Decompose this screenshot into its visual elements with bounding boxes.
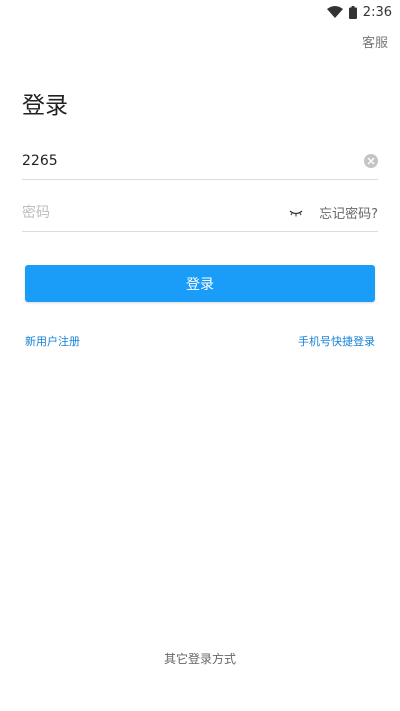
password-input[interactable] bbox=[22, 194, 290, 231]
login-button[interactable]: 登录 bbox=[25, 265, 375, 302]
forgot-password-link[interactable]: 忘记密码? bbox=[319, 203, 378, 222]
register-link[interactable]: 新用户注册 bbox=[25, 333, 80, 349]
login-screen: 2:36 客服 登录 忘记密码? 登录 新用户注册 手机号快捷登录 其它登录方式 bbox=[0, 0, 400, 711]
battery-icon bbox=[348, 5, 357, 19]
account-field-row bbox=[22, 142, 378, 180]
wifi-icon bbox=[326, 6, 343, 18]
password-field-row: 忘记密码? bbox=[22, 194, 378, 232]
status-bar: 2:36 bbox=[0, 0, 400, 24]
page-title: 登录 bbox=[22, 93, 68, 119]
clear-icon[interactable] bbox=[364, 153, 378, 168]
account-input[interactable] bbox=[22, 142, 364, 179]
customer-service-link[interactable]: 客服 bbox=[362, 32, 388, 51]
secondary-links: 新用户注册 手机号快捷登录 bbox=[25, 333, 375, 349]
other-login-methods-link[interactable]: 其它登录方式 bbox=[0, 650, 400, 667]
status-time: 2:36 bbox=[362, 4, 392, 20]
phone-login-link[interactable]: 手机号快捷登录 bbox=[298, 333, 375, 349]
eye-closed-icon[interactable] bbox=[289, 209, 303, 217]
